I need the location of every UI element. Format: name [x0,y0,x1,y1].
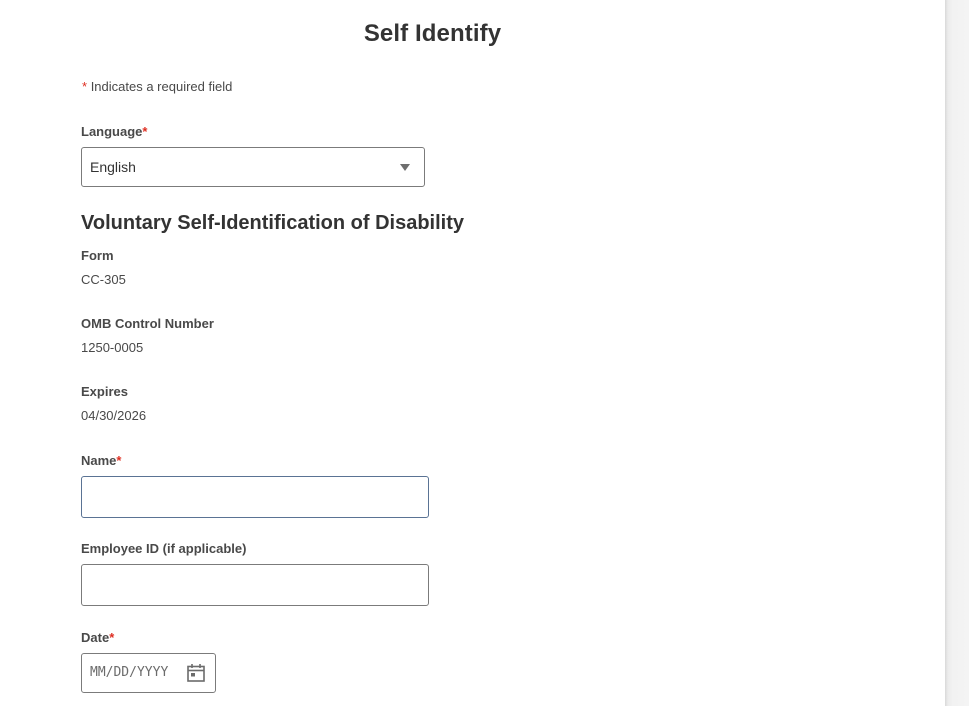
required-field-note: * Indicates a required field [82,79,232,94]
omb-control-number-value: 1250-0005 [81,340,144,355]
date-label-text: Date [81,630,110,645]
name-input[interactable] [81,476,429,518]
language-select[interactable]: English [81,147,425,187]
name-label: Name* [81,453,121,468]
required-star: * [142,124,148,139]
employee-id-label: Employee ID (if applicable) [81,541,247,556]
date-input[interactable]: MM/DD/YYYY [81,653,216,693]
form-label: Form [81,248,114,263]
date-label: Date* [81,630,114,645]
expires-label: Expires [81,384,128,399]
language-label: Language* [81,124,147,139]
name-label-text: Name [81,453,117,468]
required-star: * [109,630,115,645]
required-star: * [116,453,122,468]
omb-control-number-label: OMB Control Number [81,316,214,331]
required-star: * [82,79,88,94]
section-heading: Voluntary Self-Identification of Disabil… [81,212,464,234]
expires-value: 04/30/2026 [81,408,147,423]
employee-id-input[interactable] [81,564,429,606]
required-note-text: Indicates a required field [90,79,233,94]
language-selected-value: English [90,159,136,175]
calendar-icon[interactable] [186,663,206,688]
scrollbar-gutter[interactable] [945,0,969,706]
form-value: CC-305 [81,272,126,287]
date-placeholder: MM/DD/YYYY [90,665,169,680]
form-page: Self Identify * Indicates a required fie… [0,0,945,706]
language-label-text: Language [81,124,143,139]
page-title: Self Identify [363,20,502,47]
caret-down-icon [400,164,410,171]
